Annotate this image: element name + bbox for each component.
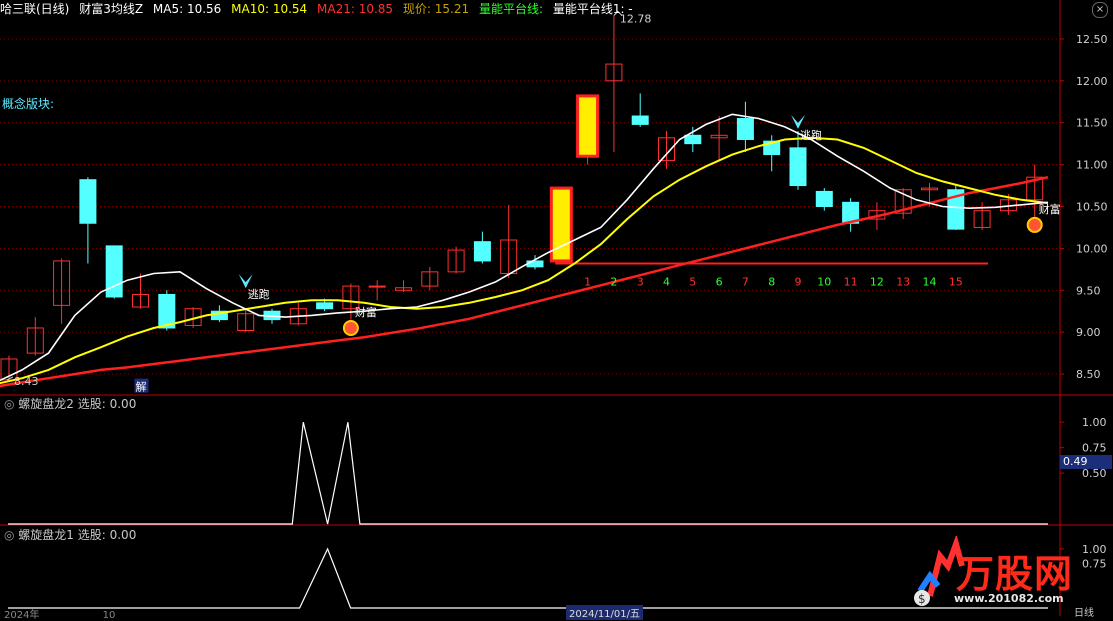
candle xyxy=(736,118,754,140)
y-tick-label: 10.50 xyxy=(1076,201,1108,214)
concept-label: 概念版块: xyxy=(2,97,55,111)
count-label: 2 xyxy=(610,275,617,288)
candle xyxy=(316,302,334,310)
count-label: 15 xyxy=(949,275,963,288)
count-label: 10 xyxy=(817,275,831,288)
svg-text:$: $ xyxy=(918,592,926,606)
candle xyxy=(631,115,649,125)
ma5-line xyxy=(0,113,1048,382)
count-label: 1 xyxy=(584,275,591,288)
signal-line-2 xyxy=(8,422,1048,525)
y-tick-label: 12.00 xyxy=(1076,75,1108,88)
footer-period[interactable]: 日线 xyxy=(1074,604,1094,619)
platform1-label: 量能平台线1: - xyxy=(552,2,633,16)
sub-chart-2-title-text: 螺旋盘龙2 选股: 0.00 xyxy=(18,397,137,411)
ma10-line xyxy=(0,136,1049,385)
y-tick-label: 12.50 xyxy=(1076,33,1108,46)
y-tick-label: 1.00 xyxy=(1082,416,1107,429)
candle xyxy=(368,285,386,288)
y-tick-label: 8.50 xyxy=(1076,368,1101,381)
chart-stage[interactable]: 8.50 9.00 9.50 10.00 10.50 11.00 11.50 12.00 12.… xyxy=(0,0,1113,616)
count-label: 4 xyxy=(663,275,670,288)
count-label: 12 xyxy=(870,275,884,288)
stock-name[interactable]: 哈三联(日线) xyxy=(0,2,69,16)
ma21-label: MA21: 10.85 xyxy=(317,2,394,16)
chart-header: 哈三联(日线) 财富3均线Z MA5: 10.56 MA10: 10.54 MA… xyxy=(0,0,1060,18)
price-label: 现价: 15.21 xyxy=(402,2,470,16)
platform-label: 量能平台线: xyxy=(478,2,543,16)
footer-date[interactable]: 2024/11/01/五 xyxy=(566,605,644,620)
count-label: 5 xyxy=(689,275,696,288)
y-tick-label: 9.50 xyxy=(1076,284,1101,297)
count-label: 3 xyxy=(637,275,644,288)
run-icon xyxy=(791,114,805,129)
wealth-label: 财富 xyxy=(1039,202,1061,216)
ma10-label: MA10: 10.54 xyxy=(231,2,308,16)
jie-label: 解 xyxy=(136,380,147,394)
candle xyxy=(79,179,97,224)
y-tick-label: 11.00 xyxy=(1076,159,1108,172)
y-tick-label: 11.50 xyxy=(1076,117,1108,130)
close-icon[interactable]: × xyxy=(1092,2,1108,18)
candle xyxy=(684,134,702,145)
count-label: 14 xyxy=(923,275,937,288)
count-label: 13 xyxy=(896,275,910,288)
y-tick-label: 0.75 xyxy=(1082,442,1107,455)
count-label: 6 xyxy=(716,275,723,288)
count-label: 9 xyxy=(795,275,802,288)
sub-chart-1-title: ◎ 螺旋盘龙1 选股: 0.00 xyxy=(4,528,137,542)
y-tick-label: 10.00 xyxy=(1076,242,1108,255)
sub-chart-1-title-text: 螺旋盘龙1 选股: 0.00 xyxy=(18,528,137,542)
count-label: 8 xyxy=(768,275,775,288)
count-label: 11 xyxy=(844,275,858,288)
sub-chart-2-title: ◎ 螺旋盘龙2 选股: 0.00 xyxy=(4,397,137,411)
run-label: 逃跑 xyxy=(800,128,822,142)
low-label: 8.43 xyxy=(14,375,39,388)
candlestick-chart[interactable]: 8.509.009.5010.0010.5011.0011.5012.0012.… xyxy=(0,0,1113,616)
y-tick-label: 9.00 xyxy=(1076,326,1101,339)
wealth-icon xyxy=(342,319,359,336)
count-label: 7 xyxy=(742,275,749,288)
footer-left: 2024年 10 xyxy=(4,610,116,621)
wealth-label: 财富 xyxy=(355,305,377,319)
ma21-line xyxy=(0,175,1049,388)
candle-highlight xyxy=(576,94,600,158)
candle xyxy=(789,147,807,187)
candle xyxy=(473,241,491,262)
indicator-name[interactable]: 财富3均线Z xyxy=(79,2,143,16)
run-icon xyxy=(238,274,253,289)
candle xyxy=(815,190,833,207)
ma5-label: MA5: 10.56 xyxy=(152,2,222,16)
brand-name: 万股网 xyxy=(956,552,1074,596)
run-label: 逃跑 xyxy=(248,287,270,301)
y-tick-label: 0.50 xyxy=(1082,467,1107,480)
value-marker: 0.49 xyxy=(1060,455,1112,469)
wealth-icon xyxy=(1026,216,1043,233)
brand-url: www.201082.com xyxy=(954,592,1064,605)
signal-line-1 xyxy=(8,547,1048,609)
